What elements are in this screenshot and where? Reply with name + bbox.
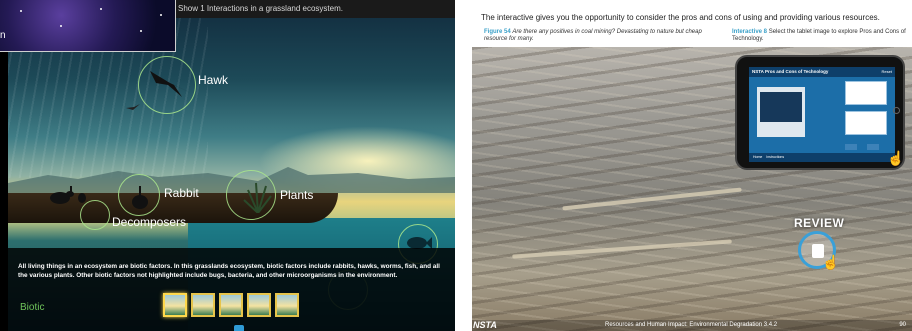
thumbnail-5[interactable]	[275, 293, 299, 317]
thumbnail-3[interactable]	[219, 293, 243, 317]
hawk-label: Hawk	[198, 73, 229, 87]
page-number: 90	[899, 322, 906, 328]
thumb-window-label: n	[0, 30, 6, 41]
thumbnail-strip	[163, 293, 299, 317]
review-hand-icon: ☝	[822, 254, 840, 270]
thumbnail-2[interactable]	[191, 293, 215, 317]
review-button[interactable]: REVIEW ☝	[792, 216, 852, 276]
tablet-answer-box-2[interactable]	[845, 111, 887, 135]
pointing-hand-icon: ☝	[887, 150, 905, 166]
figure-caption-bar: Show 1 Interactions in a grassland ecosy…	[175, 0, 455, 18]
interactive-label: Interactive 8	[732, 29, 768, 35]
grassland-scene: Hawk Rabbit Plants Decomposers	[8, 8, 455, 331]
tablet-home-button	[893, 107, 900, 114]
body-text: All living things in an ecosystem are bi…	[18, 263, 440, 279]
tablet-home-link[interactable]: Home	[753, 155, 762, 159]
tablet-screen: NSTA Pros and Cons of Technology Reset H…	[749, 67, 895, 162]
thumbnail-1[interactable]	[163, 293, 187, 317]
haul-road	[562, 187, 742, 211]
rabbit-icon	[50, 186, 86, 204]
biotic-section-label: Biotic	[20, 302, 45, 313]
figure-caption: Figure 54 Are there any positives in coa…	[484, 29, 714, 43]
tablet-title: NSTA Pros and Cons of Technology	[749, 67, 895, 77]
plants-highlight-circle[interactable]	[226, 170, 276, 220]
oil-rig-image	[760, 92, 802, 122]
tablet-instructions-link[interactable]: Instructions	[766, 155, 784, 159]
rabbit-label: Rabbit	[164, 186, 199, 200]
info-panel	[8, 248, 455, 331]
interactive-caption: Interactive 8 Select the tablet image to…	[732, 29, 910, 43]
right-page: The interactive gives you the opportunit…	[467, 0, 912, 331]
tablet-interactive[interactable]: NSTA Pros and Cons of Technology Reset H…	[735, 55, 905, 170]
figure-label: Figure 54	[484, 29, 511, 35]
page-header-text: The interactive gives you the opportunit…	[481, 13, 880, 22]
tablet-footer: Home Instructions	[749, 153, 895, 162]
small-bird-icon	[126, 104, 140, 110]
rabbit-highlight-circle[interactable]	[118, 174, 160, 216]
tablet-button-1[interactable]	[845, 144, 857, 150]
tablet-answer-box-1[interactable]	[845, 81, 887, 105]
plants-label: Plants	[280, 188, 314, 202]
haul-road-lower	[512, 239, 732, 259]
tablet-button-2[interactable]	[867, 144, 879, 150]
space-thumbnail-window[interactable]: n	[0, 0, 176, 52]
footer-chapter-text: Resources and Human Impact: Environmenta…	[605, 322, 778, 328]
page-indicator[interactable]	[234, 325, 244, 331]
review-label: REVIEW	[794, 216, 845, 230]
decomposers-label: Decomposers	[112, 215, 187, 229]
hawk-highlight-circle[interactable]	[138, 56, 196, 114]
tablet-reset-button[interactable]: Reset	[882, 67, 892, 77]
decomposers-highlight-circle[interactable]	[80, 200, 110, 230]
figure-caption-text: Are there any positives in coal mining? …	[484, 29, 702, 42]
thumbnail-4[interactable]	[247, 293, 271, 317]
nsta-logo: NSTA	[473, 320, 497, 330]
left-page: Hawk Rabbit Plants Decomposers Show 1 In…	[0, 0, 455, 331]
